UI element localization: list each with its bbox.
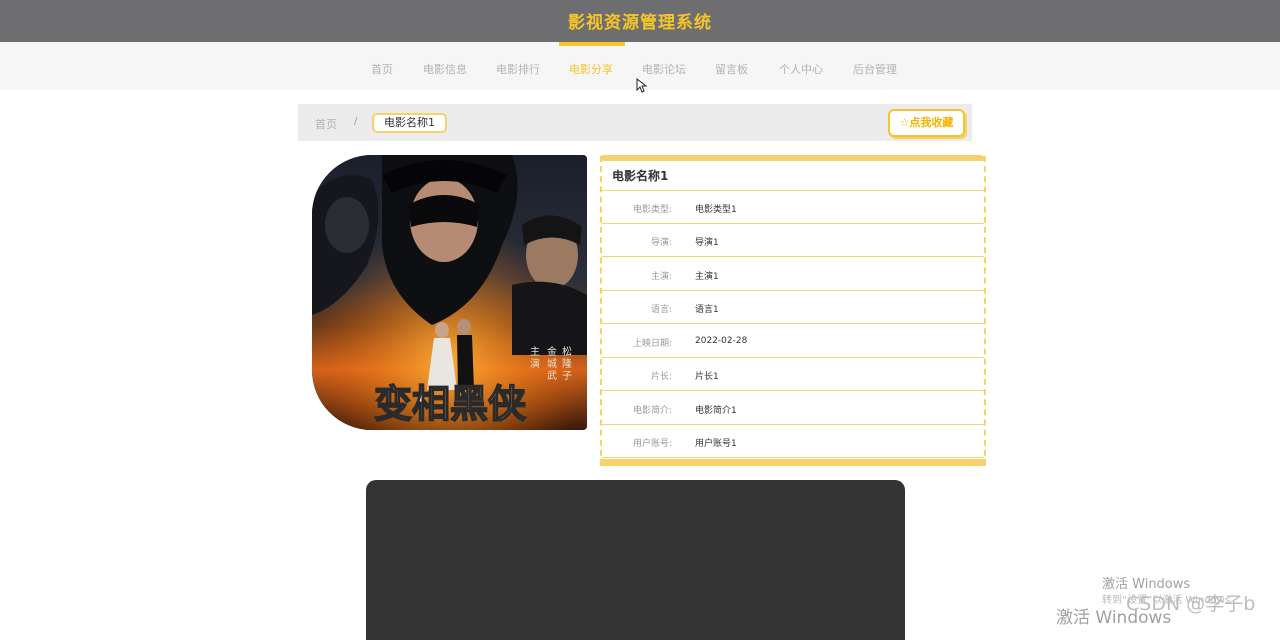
breadcrumb-home-link[interactable]: 首页 <box>315 116 337 132</box>
breadcrumb: 首页 / 电影名称1 ☆点我收藏 <box>298 104 972 141</box>
svg-text:武: 武 <box>547 369 557 382</box>
svg-text:松: 松 <box>562 345 572 358</box>
video-player[interactable] <box>366 480 905 640</box>
nav-item-movie-info[interactable]: 电影信息 <box>423 61 467 77</box>
nav-item-movie-forum[interactable]: 电影论坛 <box>642 61 686 77</box>
detail-value: 电影简介1 <box>695 406 737 416</box>
detail-value: 语言1 <box>695 305 719 315</box>
detail-value: 主演1 <box>695 272 719 282</box>
active-nav-indicator <box>559 42 625 46</box>
nav-item-movie-ranking[interactable]: 电影排行 <box>496 61 540 77</box>
detail-row-synopsis: 电影简介: 电影简介1 <box>602 392 984 425</box>
nav-item-personal-center[interactable]: 个人中心 <box>779 61 823 77</box>
detail-label: 电影类型: <box>632 205 672 215</box>
detail-row-release-date: 上映日期: 2022-02-28 <box>602 325 984 358</box>
detail-value: 电影类型1 <box>695 205 737 215</box>
detail-value: 导演1 <box>695 238 719 248</box>
svg-text:子: 子 <box>562 370 572 382</box>
detail-value: 2022-02-28 <box>695 336 748 346</box>
svg-text:城: 城 <box>547 358 557 370</box>
detail-row-user-account: 用户账号: 用户账号1 <box>602 425 984 458</box>
site-title: 影视资源管理系统 <box>568 13 712 33</box>
svg-text:金: 金 <box>547 345 557 358</box>
detail-row-language: 语言: 语言1 <box>602 291 984 324</box>
top-header-bar: 影视资源管理系统 <box>0 0 1280 42</box>
detail-row-duration: 片长: 片长1 <box>602 358 984 391</box>
detail-row-director: 导演: 导演1 <box>602 224 984 257</box>
detail-bottom-accent <box>600 459 986 466</box>
poster-title-art: 变相黑侠 <box>374 381 527 426</box>
movie-poster: 松隆子 金城武 主演 变相黑侠 <box>312 155 587 430</box>
detail-value: 片长1 <box>695 372 719 382</box>
detail-label: 语言: <box>650 305 672 315</box>
detail-value: 用户账号1 <box>695 439 737 449</box>
detail-label: 用户账号: <box>632 439 672 449</box>
svg-text:演: 演 <box>530 357 540 370</box>
detail-row-starring: 主演: 主演1 <box>602 258 984 291</box>
windows-activation-large: 激活 Windows <box>1056 608 1172 628</box>
movie-title: 电影名称1 <box>602 161 984 191</box>
nav-item-movie-share[interactable]: 电影分享 <box>569 61 613 77</box>
movie-detail-panel: 电影名称1 电影类型: 电影类型1 导演: 导演1 主演: 主演1 语言: 语言… <box>600 155 986 466</box>
nav-item-home[interactable]: 首页 <box>371 61 393 77</box>
detail-label: 电影简介: <box>632 406 672 416</box>
nav-item-message-board[interactable]: 留言板 <box>715 61 748 77</box>
favorite-button[interactable]: ☆点我收藏 <box>888 109 965 137</box>
svg-text:隆: 隆 <box>562 357 572 370</box>
breadcrumb-separator: / <box>354 116 358 127</box>
nav-item-admin[interactable]: 后台管理 <box>853 61 897 77</box>
mouse-cursor-icon <box>636 78 648 93</box>
detail-label: 片长: <box>650 372 672 382</box>
detail-label: 上映日期: <box>632 339 672 349</box>
detail-row-type: 电影类型: 电影类型1 <box>602 191 984 224</box>
breadcrumb-current: 电影名称1 <box>372 113 447 133</box>
detail-label: 导演: <box>650 238 672 248</box>
favorite-button-label: ☆点我收藏 <box>899 116 954 129</box>
detail-label: 主演: <box>650 272 672 282</box>
svg-text:主: 主 <box>530 346 540 358</box>
